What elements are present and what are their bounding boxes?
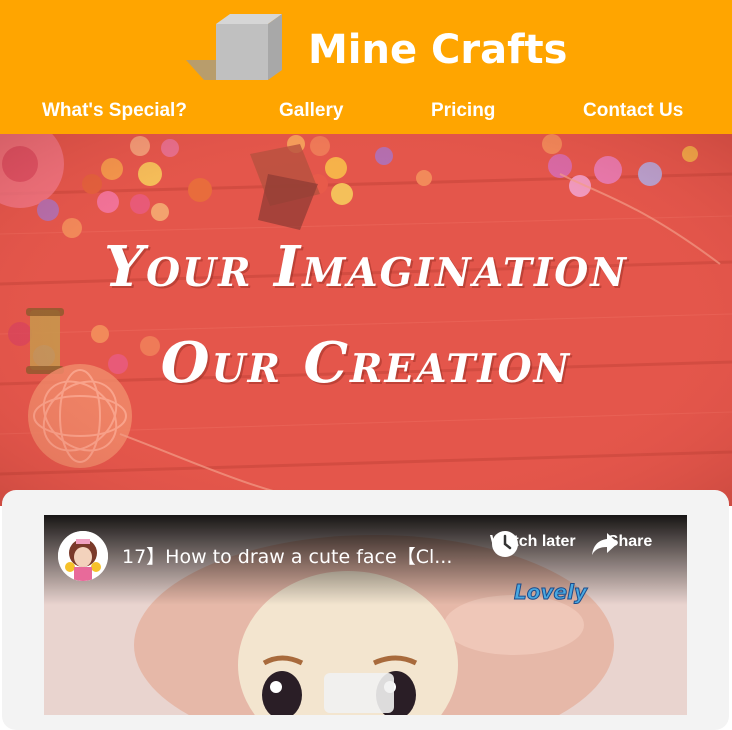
watch-later-button[interactable]: Watch later bbox=[490, 529, 576, 557]
channel-avatar[interactable] bbox=[58, 531, 108, 581]
hero-headline-line-1: Your Imagination bbox=[104, 234, 628, 300]
hero-banner: Your Imagination Our Creation bbox=[0, 134, 732, 506]
clock-icon bbox=[492, 531, 518, 557]
nav-pricing[interactable]: Pricing bbox=[431, 99, 495, 123]
site-header: Mine Crafts What's Special? Gallery Pric… bbox=[0, 0, 732, 134]
hero-headline-line-2: Our Creation bbox=[160, 330, 572, 396]
craft-table-background bbox=[0, 134, 732, 506]
video-embed[interactable]: Lovely 17】How to draw a cute face【Cl... … bbox=[44, 515, 687, 715]
nav-contact-us[interactable]: Contact Us bbox=[583, 99, 683, 123]
nav-whats-special[interactable]: What's Special? bbox=[42, 99, 187, 123]
cube-logo-icon[interactable] bbox=[186, 14, 284, 82]
video-title[interactable]: 17】How to draw a cute face【Cl... bbox=[122, 545, 452, 569]
share-button[interactable]: Share bbox=[590, 529, 670, 555]
share-icon bbox=[592, 533, 618, 555]
brand-title[interactable]: Mine Crafts bbox=[308, 24, 567, 76]
nav-gallery[interactable]: Gallery bbox=[279, 99, 343, 123]
svg-text:Lovely: Lovely bbox=[514, 580, 588, 604]
